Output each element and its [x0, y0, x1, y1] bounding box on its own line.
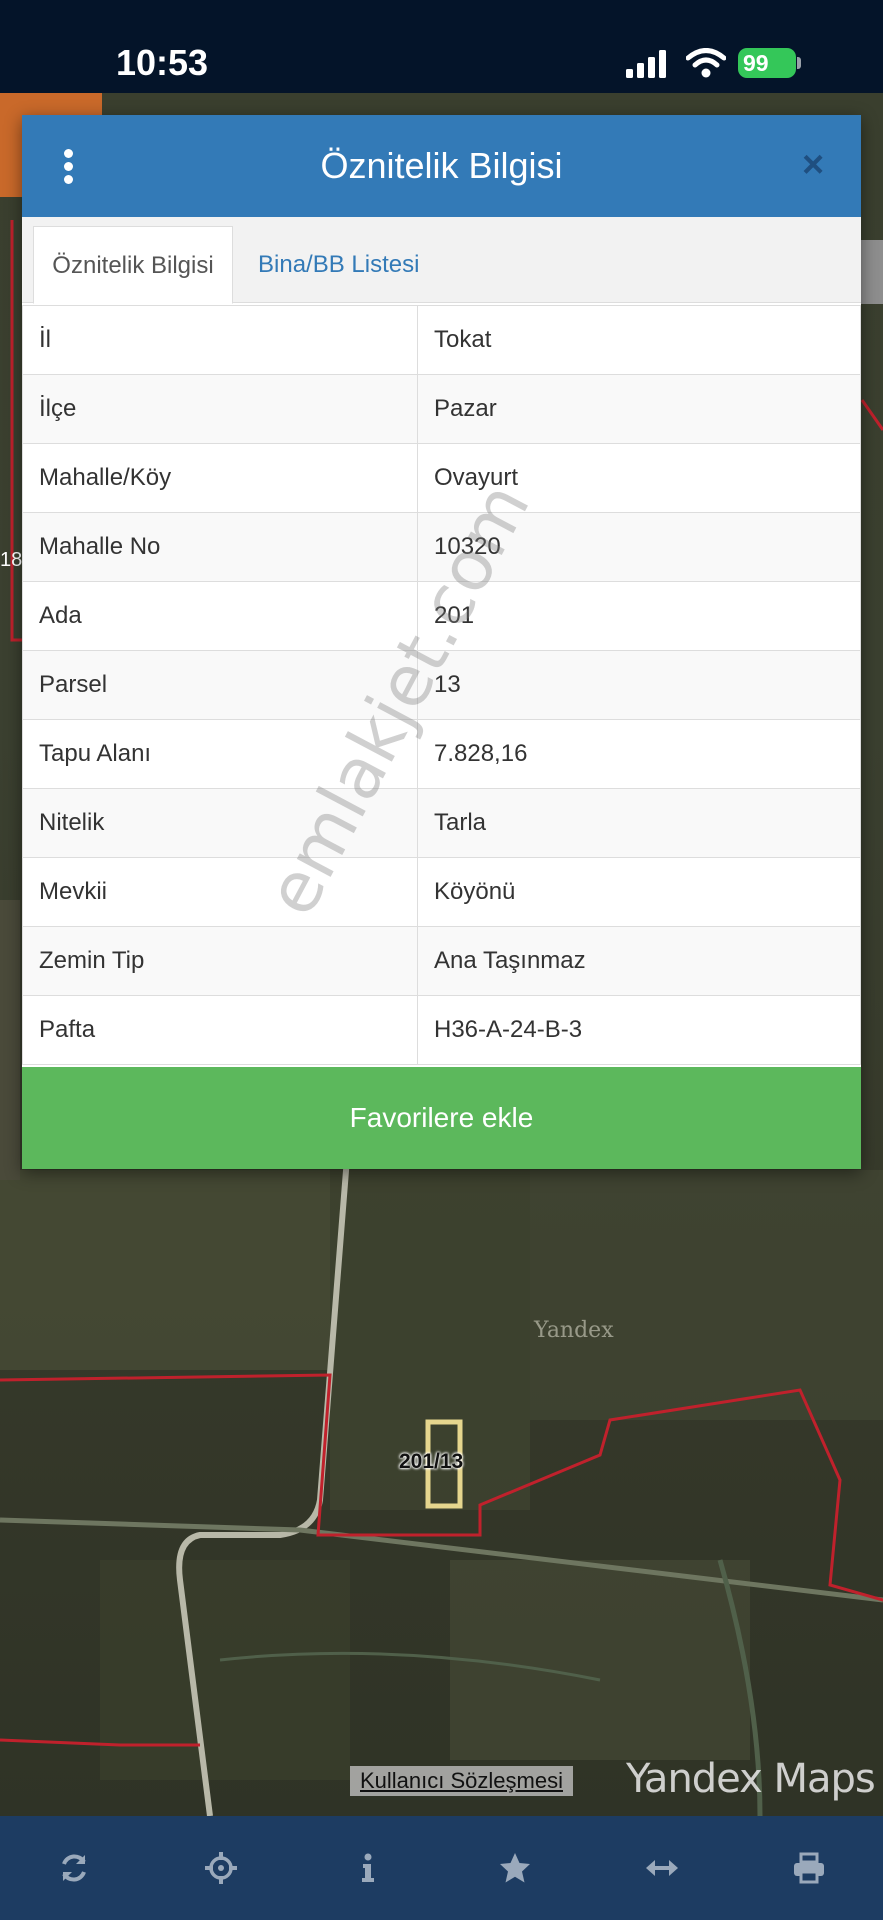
more-menu-icon[interactable]	[64, 149, 74, 185]
row-value: 10320	[417, 512, 861, 582]
measure-icon	[645, 1860, 678, 1876]
row-value: 201	[417, 581, 861, 651]
row-value: Köyönü	[417, 857, 861, 927]
row-key: Mevkii	[22, 857, 418, 927]
map-side-handle[interactable]	[861, 240, 883, 304]
table-row: İl Tokat	[22, 305, 861, 375]
table-row: Mahalle No 10320	[22, 512, 861, 582]
tab-building-list[interactable]: Bina/BB Listesi	[242, 226, 435, 304]
table-row: Mevkii Köyönü	[22, 857, 861, 927]
row-value: H36-A-24-B-3	[417, 995, 861, 1065]
battery-level: 99	[743, 50, 769, 76]
print-button[interactable]	[735, 1816, 882, 1920]
row-value: Tokat	[417, 305, 861, 375]
row-key: Pafta	[22, 995, 418, 1065]
cellular-signal-icon	[626, 50, 666, 78]
row-key: İlçe	[22, 374, 418, 444]
row-key: Tapu Alanı	[22, 719, 418, 789]
parcel-label: 201/13	[399, 1450, 464, 1473]
modal-title: Öznitelik Bilgisi	[320, 145, 563, 186]
battery-nub	[797, 57, 801, 69]
close-icon[interactable]: ×	[802, 143, 824, 187]
favorites-button[interactable]	[441, 1816, 588, 1920]
row-value: Pazar	[417, 374, 861, 444]
table-row: Parsel 13	[22, 650, 861, 720]
table-row: Zemin Tip Ana Taşınmaz	[22, 926, 861, 996]
row-key: Nitelik	[22, 788, 418, 858]
table-row: Mahalle/Köy Ovayurt	[22, 443, 861, 513]
info-button[interactable]	[294, 1816, 441, 1920]
measure-button[interactable]	[588, 1816, 735, 1920]
print-icon	[793, 1852, 824, 1884]
info-icon	[361, 1853, 374, 1882]
bottom-toolbar	[0, 1816, 883, 1920]
map-label: 18	[0, 549, 23, 571]
wifi-icon	[686, 48, 726, 78]
status-bar: 10:53 99	[0, 0, 883, 93]
row-key: İl	[22, 305, 418, 375]
status-time: 10:53	[116, 42, 209, 83]
row-key: Ada	[22, 581, 418, 651]
row-key: Mahalle/Köy	[22, 443, 418, 513]
battery-icon: 99	[738, 48, 796, 78]
table-row: Tapu Alanı 7.828,16	[22, 719, 861, 789]
row-value: 13	[417, 650, 861, 720]
table-row: İlçe Pazar	[22, 374, 861, 444]
row-key: Zemin Tip	[22, 926, 418, 996]
map-watermark-label: Yandex	[534, 1318, 614, 1343]
row-value: Ana Taşınmaz	[417, 926, 861, 996]
row-value: Tarla	[417, 788, 861, 858]
table-row: Nitelik Tarla	[22, 788, 861, 858]
row-key: Parsel	[22, 650, 418, 720]
tab-bar: Öznitelik Bilgisi Bina/BB Listesi	[22, 217, 861, 304]
refresh-button[interactable]	[0, 1816, 147, 1920]
yandex-maps-logo: Yandex Maps	[626, 1756, 876, 1802]
terms-link[interactable]: Kullanıcı Sözleşmesi	[350, 1766, 573, 1796]
attribute-table: İl Tokat İlçe Pazar Mahalle/Köy Ovayurt Mah…	[22, 305, 861, 1065]
attribute-modal: Öznitelik Bilgisi × Öznitelik Bilgisi Bi…	[22, 115, 861, 1169]
locate-icon	[204, 1852, 237, 1884]
table-row: Pafta H36-A-24-B-3	[22, 995, 861, 1065]
row-value: Ovayurt	[417, 443, 861, 513]
star-icon	[499, 1853, 530, 1883]
add-to-favorites-button[interactable]: Favorilere ekle	[22, 1067, 861, 1169]
row-value: 7.828,16	[417, 719, 861, 789]
modal-header: Öznitelik Bilgisi ×	[22, 115, 861, 217]
locate-button[interactable]	[147, 1816, 294, 1920]
tab-attribute-info[interactable]: Öznitelik Bilgisi	[33, 226, 233, 304]
refresh-icon	[61, 1854, 86, 1882]
row-key: Mahalle No	[22, 512, 418, 582]
table-row: Ada 201	[22, 581, 861, 651]
